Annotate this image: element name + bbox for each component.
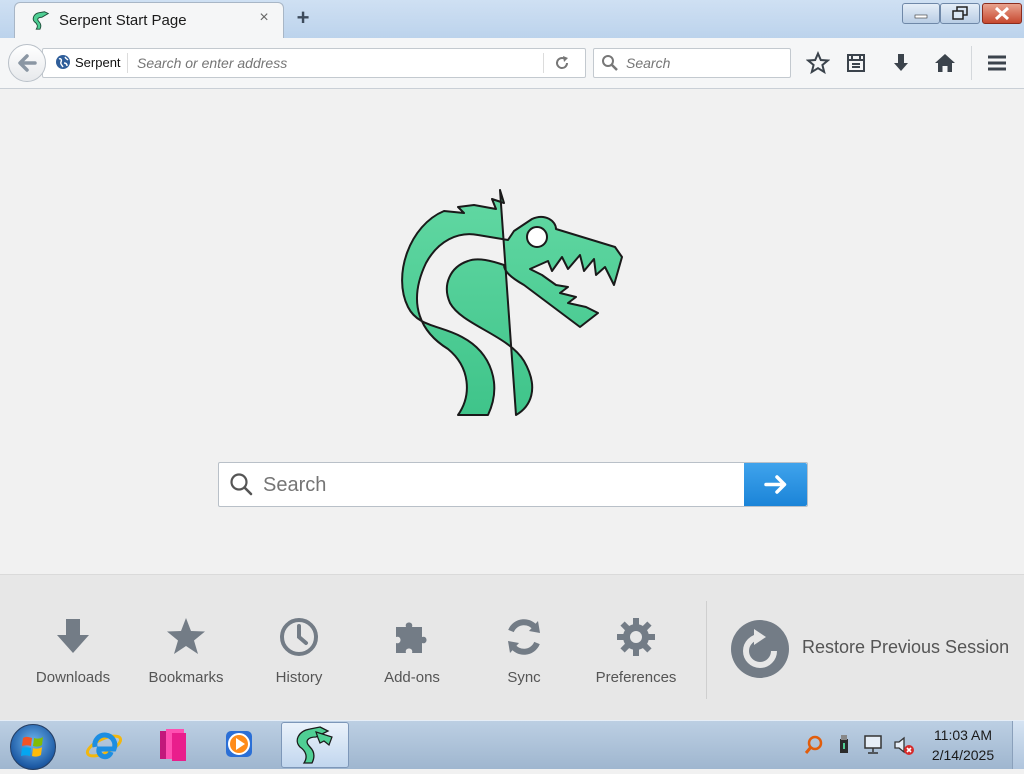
arrow-right-icon xyxy=(764,475,787,494)
main-search-input[interactable] xyxy=(261,467,745,503)
search-bar[interactable] xyxy=(593,48,791,78)
volume-muted-icon[interactable] xyxy=(892,733,916,757)
launcher-addons[interactable]: Add-ons xyxy=(357,615,467,695)
url-divider xyxy=(127,53,128,73)
taskbar: 11:03 AM 2/14/2025 xyxy=(0,720,1024,770)
launcher-downloads[interactable]: Downloads xyxy=(18,615,128,695)
launcher-sync[interactable]: Sync xyxy=(469,615,579,695)
navigation-toolbar: Serpent xyxy=(0,38,1024,89)
launcher-label: Preferences xyxy=(595,669,677,686)
minimize-button[interactable] xyxy=(902,3,940,24)
serpent-logo-icon xyxy=(32,11,50,30)
launcher-label: Add-ons xyxy=(384,669,440,686)
site-identity-label[interactable]: Serpent xyxy=(75,55,121,70)
close-window-button[interactable] xyxy=(982,3,1022,24)
gear-icon xyxy=(617,618,655,656)
tab-title: Serpent Start Page xyxy=(59,12,187,29)
back-arrow-icon xyxy=(18,54,37,72)
serpent-logo-icon xyxy=(296,726,333,764)
url-input[interactable] xyxy=(135,49,539,77)
launcher-history[interactable]: History xyxy=(244,615,354,695)
restore-session-button[interactable]: Restore Previous Session xyxy=(730,619,1020,681)
launcher-divider xyxy=(706,601,707,699)
launcher-label: Bookmarks xyxy=(148,669,224,686)
tab-close-button[interactable]: × xyxy=(255,9,273,27)
launcher-bookmarks[interactable]: Bookmarks xyxy=(131,615,241,695)
launcher-bar: Downloads Bookmarks History Add-ons Sync xyxy=(0,574,1024,721)
search-icon xyxy=(602,55,618,71)
minimize-icon xyxy=(914,14,928,19)
main-search-box[interactable] xyxy=(218,462,808,507)
launcher-preferences[interactable]: Preferences xyxy=(581,615,691,695)
bookmark-star-icon[interactable] xyxy=(806,51,830,75)
internet-explorer-icon[interactable] xyxy=(84,725,124,765)
star-icon xyxy=(167,618,205,654)
search-icon xyxy=(230,473,253,496)
network-icon[interactable] xyxy=(862,733,886,757)
launcher-label: Downloads xyxy=(35,669,111,686)
clock-time[interactable]: 11:03 AM xyxy=(928,727,998,743)
bookmarks-menu-icon[interactable] xyxy=(844,51,868,75)
show-desktop-button[interactable] xyxy=(1012,721,1024,769)
restore-window-icon xyxy=(952,6,968,20)
clock-date[interactable]: 2/14/2025 xyxy=(920,747,1006,763)
new-tab-button[interactable]: + xyxy=(292,7,314,30)
restore-session-icon xyxy=(731,620,789,678)
windows-logo-icon xyxy=(21,736,43,757)
serpent-logo xyxy=(401,189,623,416)
taskbar-serpent-browser[interactable] xyxy=(281,722,349,768)
reload-icon[interactable] xyxy=(553,54,571,72)
address-bar[interactable]: Serpent xyxy=(42,48,586,78)
media-player-icon[interactable] xyxy=(220,725,260,765)
search-input[interactable] xyxy=(624,49,788,77)
close-icon xyxy=(994,6,1010,21)
restore-session-label: Restore Previous Session xyxy=(802,637,1010,657)
download-icon[interactable] xyxy=(889,51,913,75)
toolbar-divider xyxy=(971,46,972,80)
restore-window-button[interactable] xyxy=(940,3,980,24)
file-explorer-icon[interactable] xyxy=(154,725,194,765)
globe-icon xyxy=(56,55,70,69)
url-divider xyxy=(543,53,544,73)
launcher-label: Sync xyxy=(507,669,541,686)
clock-icon xyxy=(280,618,318,656)
back-button[interactable] xyxy=(8,44,46,82)
home-icon[interactable] xyxy=(933,51,957,75)
download-icon xyxy=(57,619,89,653)
search-tray-icon[interactable] xyxy=(804,735,824,755)
start-button[interactable] xyxy=(10,724,56,770)
usb-device-icon[interactable] xyxy=(836,733,852,757)
title-bar: Serpent Start Page × + xyxy=(0,0,1024,39)
sync-icon xyxy=(508,619,540,655)
menu-icon[interactable] xyxy=(985,51,1009,75)
puzzle-icon xyxy=(396,622,427,653)
tab-serpent-start-page[interactable]: Serpent Start Page × xyxy=(14,2,284,39)
launcher-label: History xyxy=(275,669,323,686)
search-go-button[interactable] xyxy=(744,463,807,506)
